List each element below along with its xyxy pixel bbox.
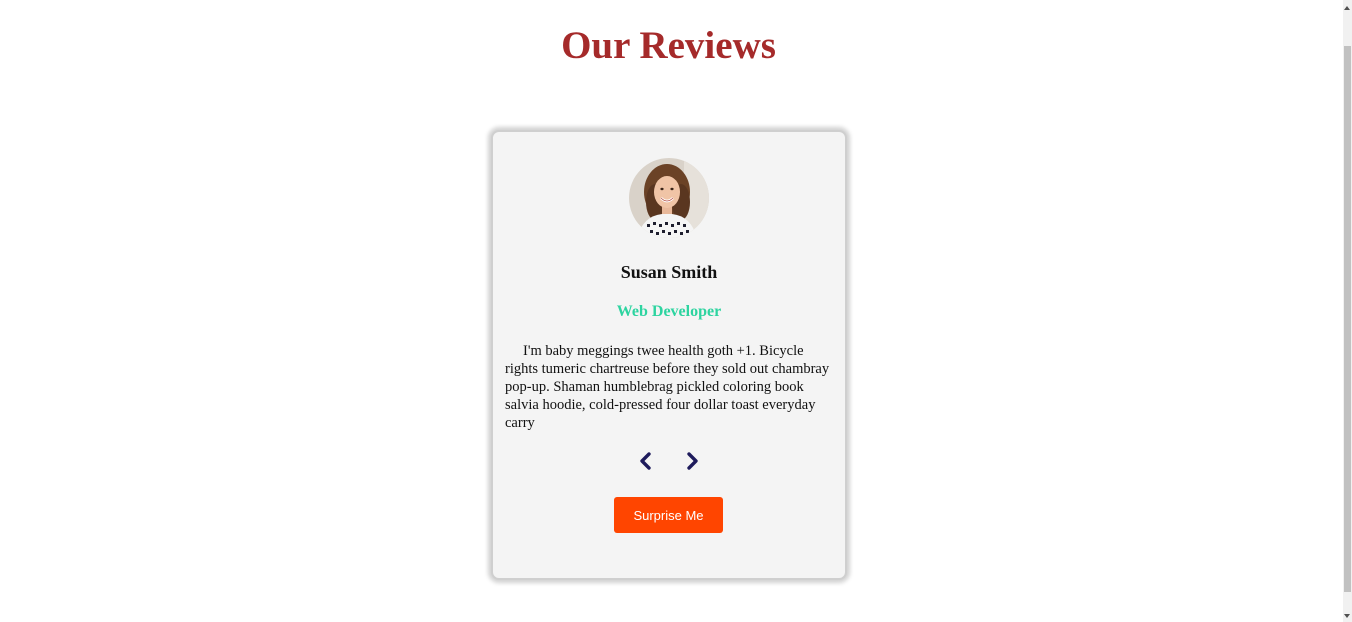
review-card: Susan Smith Web Developer I'm baby meggi… bbox=[491, 130, 847, 580]
vertical-scrollbar[interactable] bbox=[1343, 0, 1352, 622]
next-button[interactable] bbox=[681, 450, 703, 472]
scroll-up-arrow-icon[interactable] bbox=[1344, 6, 1350, 10]
person-photo-icon bbox=[629, 158, 709, 238]
scrollbar-thumb[interactable] bbox=[1344, 46, 1351, 592]
scroll-down-arrow-icon[interactable] bbox=[1344, 614, 1350, 618]
surprise-me-button[interactable]: Surprise Me bbox=[614, 497, 723, 533]
prev-button[interactable] bbox=[635, 450, 657, 472]
review-text: I'm baby meggings twee health goth +1. B… bbox=[505, 343, 830, 431]
page: Our Reviews Susan Smith Web Developer I'… bbox=[0, 0, 1352, 622]
reviewer-name: Susan Smith bbox=[620, 262, 718, 282]
reviewer-avatar bbox=[629, 158, 709, 238]
page-title: Our Reviews bbox=[561, 24, 776, 67]
chevron-right-icon bbox=[687, 452, 698, 470]
chevron-left-icon bbox=[640, 452, 651, 470]
reviewer-job: Web Developer bbox=[616, 303, 722, 320]
